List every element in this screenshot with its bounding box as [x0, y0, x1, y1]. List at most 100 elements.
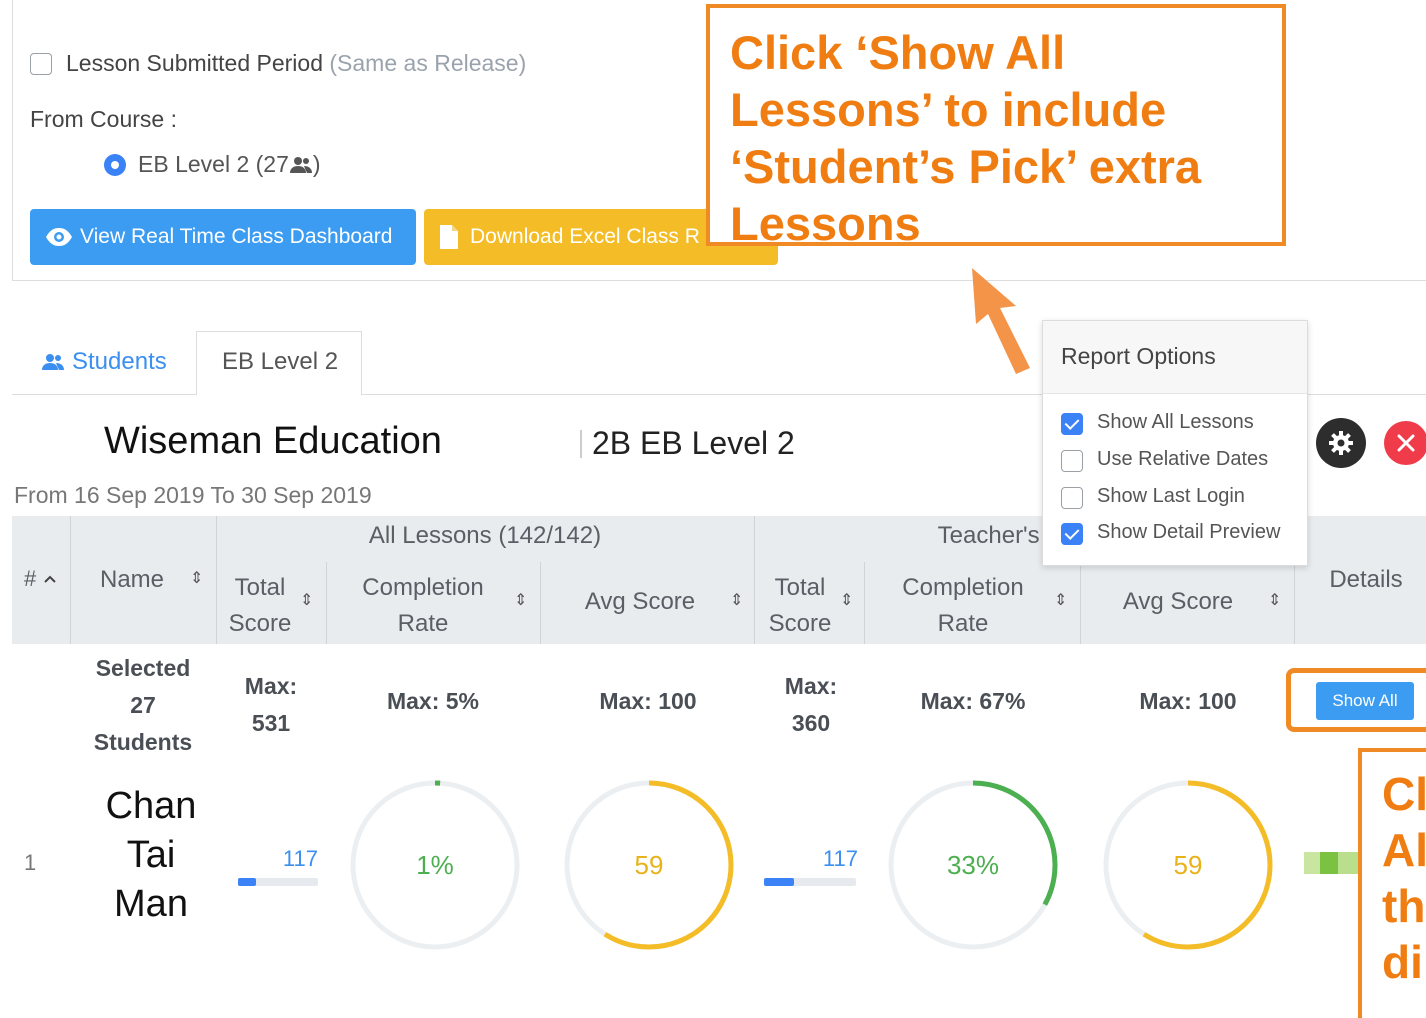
report-options-popup: Report Options Show All Lessons Use Rela… [1042, 320, 1308, 566]
close-icon [1397, 434, 1415, 452]
sort-icon[interactable]: ⇕ [514, 590, 527, 610]
gear-icon [1329, 431, 1353, 455]
tp-total-max-cell: Max: 360 [766, 668, 856, 742]
student-name-line3: Man [114, 883, 188, 925]
row-index: 1 [24, 850, 37, 875]
close-button[interactable] [1384, 421, 1426, 465]
col-all-total-header[interactable]: Total Score [226, 570, 294, 642]
course-option[interactable]: EB Level 2 (27 ) [138, 151, 321, 178]
option-checkbox[interactable] [1061, 487, 1083, 509]
chevron-up-icon [44, 575, 56, 583]
col-divider [864, 562, 865, 644]
show-all-lessons-callout: Click ‘Show All Lessons’ to include ‘Stu… [706, 4, 1286, 250]
detail-preview-bar[interactable] [1304, 852, 1360, 874]
submitted-label-text: Lesson Submitted Period [66, 50, 323, 76]
all-total-max-value: 531 [251, 710, 291, 736]
title-separator [580, 430, 582, 458]
file-icon [440, 225, 458, 249]
course-option-suffix: ) [312, 151, 321, 177]
download-excel-label: Download Excel Class R [470, 225, 700, 248]
all-total-bar [238, 878, 318, 886]
submitted-note: (Same as Release) [329, 50, 527, 76]
all-completion-value: 1% [416, 850, 454, 880]
col-all-completion-header[interactable]: Completion Rate [340, 570, 506, 642]
all-total-bar-fill [238, 878, 256, 886]
col-index-label: # [24, 566, 37, 591]
student-name[interactable]: Chan Tai Man [86, 782, 216, 929]
header-total-line2: Score [228, 610, 292, 637]
view-dashboard-label: View Real Time Class Dashboard [80, 225, 393, 248]
org-name: Wiseman Education [104, 420, 442, 462]
show-all-button[interactable]: Show All [1316, 682, 1414, 720]
right-callout-line-4: di [1382, 936, 1423, 988]
sort-icon[interactable]: ⇕ [840, 590, 853, 610]
all-total-max-cell: Max: 531 [226, 668, 316, 742]
tab-students-label: Students [72, 348, 167, 375]
option-label: Show Last Login [1097, 485, 1245, 507]
tp-avg-ring: 59 [1103, 780, 1273, 950]
header-total-line2: Score [768, 610, 832, 637]
group-all-lessons: All Lessons (142/142) [368, 522, 602, 549]
course-radio[interactable] [104, 154, 126, 176]
col-divider [540, 562, 541, 644]
col-divider [754, 516, 755, 644]
col-tp-avg-header[interactable]: Avg Score [1108, 588, 1248, 616]
right-callout: Cl Al th di [1358, 748, 1426, 1018]
option-label: Show Detail Preview [1097, 521, 1281, 543]
option-checkbox[interactable] [1061, 413, 1083, 435]
header-comp-line1: Completion [902, 574, 1024, 601]
sort-icon[interactable]: ⇕ [1268, 590, 1281, 610]
tp-avg-max: Max: 100 [1139, 688, 1237, 714]
col-details-header: Details [1329, 566, 1403, 593]
class-name: 2B EB Level 2 [592, 425, 795, 461]
col-divider [70, 516, 71, 644]
lesson-submitted-checkbox[interactable] [30, 53, 52, 75]
date-range: From 16 Sep 2019 To 30 Sep 2019 [14, 482, 372, 508]
tab-level-label: EB Level 2 [222, 348, 339, 375]
selected-line3: Students [93, 729, 193, 755]
sort-icon[interactable]: ⇕ [1054, 590, 1067, 610]
col-name-header[interactable]: Name [100, 566, 164, 594]
all-total-score: 117 [282, 846, 318, 871]
users-icon [289, 156, 312, 173]
tp-completion-ring: 33% [888, 780, 1058, 950]
tab-eb-level-2[interactable]: EB Level 2 [196, 331, 362, 395]
sort-icon[interactable]: ⇕ [300, 590, 313, 610]
all-completion-max: Max: 5% [386, 688, 480, 714]
col-all-avg-header[interactable]: Avg Score [570, 588, 710, 616]
tp-total-score: 117 [822, 846, 858, 871]
selected-line2: 27 [130, 692, 156, 718]
callout-line-2: Lessons’ to include [730, 83, 1167, 136]
detail-segment [1304, 852, 1320, 874]
callout-line-3: ‘Student’s Pick’ extra [730, 140, 1202, 193]
col-tp-total-header[interactable]: Total Score [766, 570, 834, 642]
student-name-line1: Chan [105, 785, 197, 827]
tp-completion-value: 33% [947, 850, 999, 880]
sort-icon[interactable]: ⇕ [730, 590, 743, 610]
settings-button[interactable] [1316, 418, 1366, 468]
callout-line-1: Click ‘Show All [730, 26, 1066, 79]
option-label: Show All Lessons [1097, 411, 1254, 433]
header-total-line1: Total [774, 574, 826, 601]
view-dashboard-button[interactable]: View Real Time Class Dashboard [30, 209, 416, 265]
tab-students[interactable]: Students [40, 348, 167, 376]
all-avg-max: Max: 100 [599, 688, 697, 714]
all-avg-ring: 59 [564, 780, 734, 950]
tp-avg-value: 59 [1174, 850, 1203, 880]
col-tp-completion-header[interactable]: Completion Rate [880, 570, 1046, 642]
eye-icon [46, 228, 72, 246]
detail-segment [1338, 852, 1360, 874]
col-index-header[interactable]: # [24, 566, 58, 592]
selected-line1: Selected [95, 655, 191, 681]
right-callout-line-2: Al [1382, 824, 1426, 876]
option-checkbox[interactable] [1061, 450, 1083, 472]
from-course-label: From Course : [30, 106, 177, 132]
users-icon [42, 354, 64, 370]
sort-icon[interactable]: ⇕ [190, 568, 203, 588]
arrow-up-icon [972, 268, 1030, 374]
detail-segment [1320, 852, 1338, 874]
option-checkbox[interactable] [1061, 523, 1083, 545]
col-divider [1080, 562, 1081, 644]
all-total-max-label: Max: [244, 673, 298, 699]
header-total-line1: Total [234, 574, 286, 601]
